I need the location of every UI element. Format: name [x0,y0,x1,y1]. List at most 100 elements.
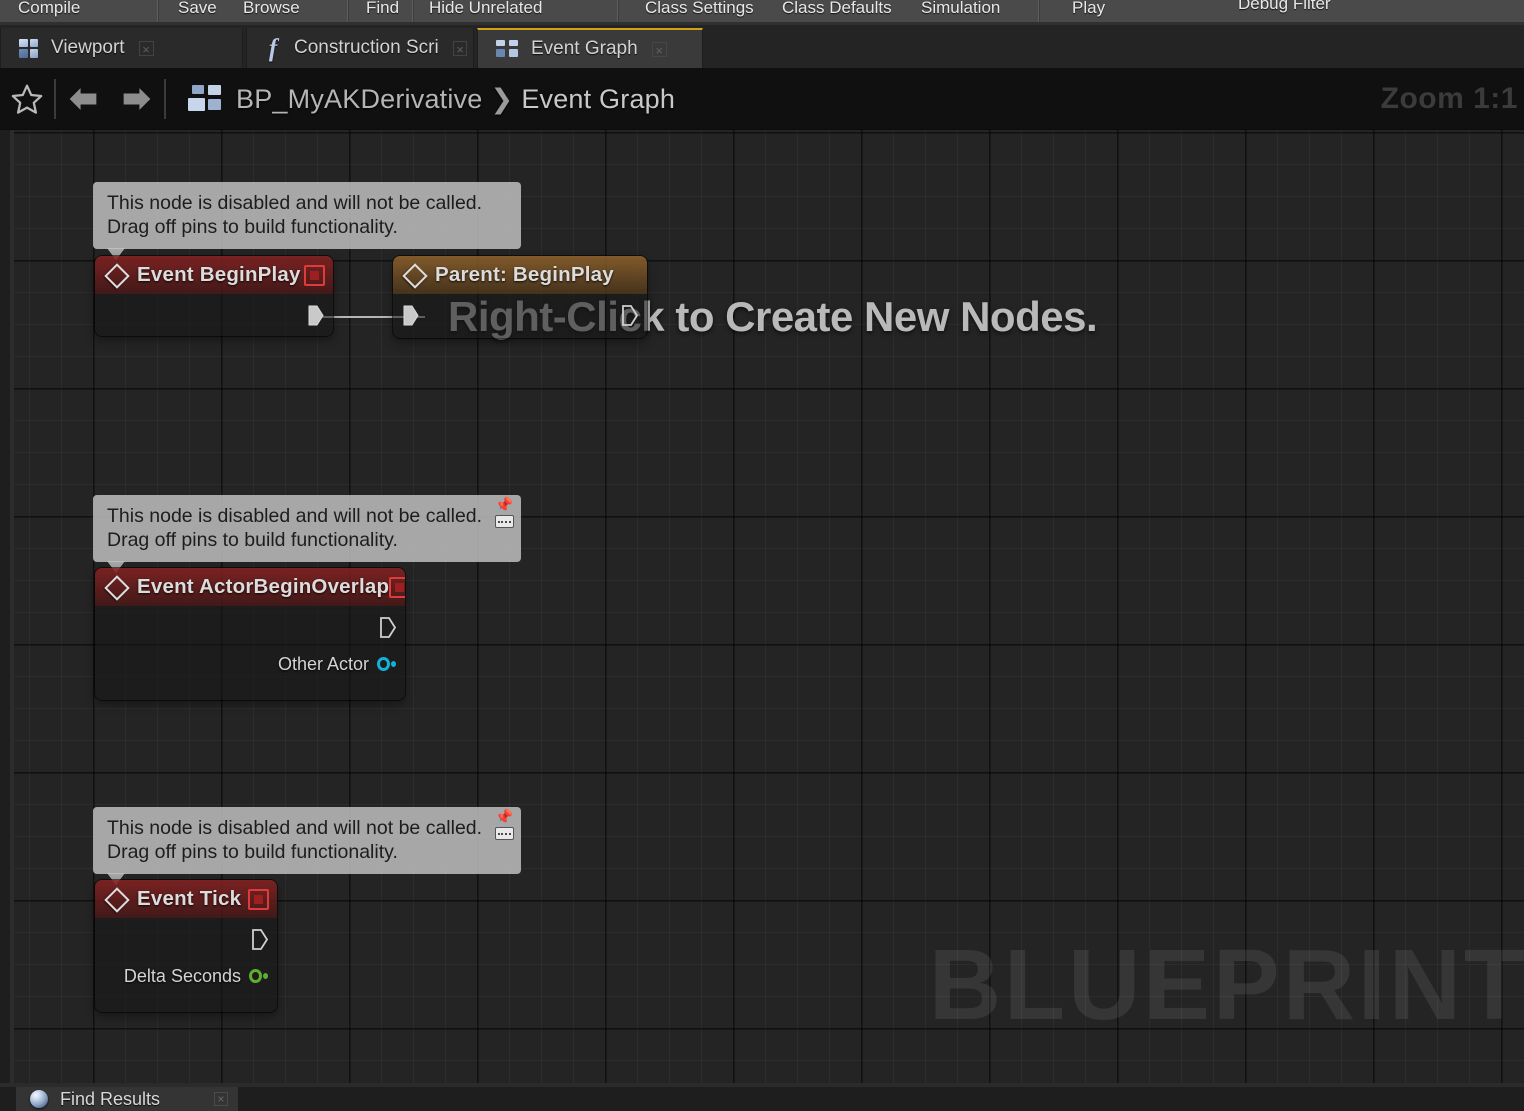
node-body [95,294,333,336]
node-body: Delta Seconds [95,918,277,1001]
exec-in-pin-icon[interactable] [402,305,419,326]
disabled-node-tooltip: This node is disabled and will not be ca… [93,182,521,260]
toolbar-button-browse[interactable]: Browse [243,0,300,17]
toolbar-button-hide-unrelated[interactable]: Hide Unrelated [429,0,542,17]
breadcrumb-leaf[interactable]: Event Graph [521,84,675,114]
node-title-bar: Event ActorBeginOverlap [95,568,405,606]
find-results-icon [30,1090,48,1108]
toolbar-separator [1038,0,1039,22]
pin-row-delta-seconds[interactable]: Delta Seconds [95,961,277,991]
tab-construction-script-label: Construction Script [294,37,440,58]
pin-row-exec[interactable] [393,300,647,330]
toolbar-button-simulation[interactable]: Simulation [921,0,1000,17]
node-parent-beginplay[interactable]: Parent: BeginPlay [393,256,647,338]
tab-find-results-label: Find Results [60,1088,161,1109]
toolbar-button-class-defaults[interactable]: Class Defaults [782,0,892,17]
tooltip-icon-group: 📌 [493,810,515,840]
tab-construction-script-close-icon[interactable]: × [453,40,467,57]
disabled-tooltip-line-2: Drag off pins to build functionality. [107,529,398,551]
disabled-tooltip-line-1: This node is disabled and will not be ca… [107,817,483,839]
toolbar-label-debug-filter: Debug Filter [1238,0,1331,13]
pin-icon[interactable]: 📌 [495,810,514,825]
other-actor-pin-icon[interactable] [377,657,396,672]
node-event-actorbeginoverlap[interactable]: Event ActorBeginOverlap Other Actor [95,568,405,700]
favorite-star-icon[interactable] [0,68,54,130]
event-diamond-icon [105,264,127,286]
breadcrumb: BP_MyAKDerivative ❯ Event Graph [236,84,675,115]
node-title-bar: Event Tick [95,880,277,918]
breadcrumb-divider [164,79,166,119]
exec-out-pin-icon[interactable] [307,305,324,326]
comment-bubble-icon[interactable] [494,827,514,840]
function-fx-icon: f [268,34,278,62]
toolbar-button-find[interactable]: Find [366,0,399,17]
toolbar-button-play[interactable]: Play [1072,0,1105,17]
tab-viewport[interactable]: Viewport × [0,28,243,68]
node-title-bar: Event BeginPlay [95,256,333,294]
tab-find-results[interactable]: Find Results × [16,1087,238,1111]
event-diamond-icon [105,888,127,910]
tab-event-graph-close-icon[interactable]: × [651,41,667,58]
document-tab-bar: Viewport × f Construction Script × Event… [0,25,1524,68]
pin-icon[interactable]: 📌 [495,498,514,513]
blueprint-corner-watermark: BLUEPRINT [928,929,1524,1041]
toolbar-separator [617,0,618,22]
blueprint-graph-icon [188,85,222,113]
tab-viewport-label: Viewport [51,37,125,58]
exec-out-pin-icon[interactable] [251,928,268,950]
toolbar-separator [347,0,348,22]
node-disabled-badge[interactable] [304,264,325,286]
pin-row-exec-out[interactable] [95,924,277,954]
pin-row-other-actor[interactable]: Other Actor [95,649,405,679]
main-toolbar: Compile Save Browse Find Hide Unrelated … [0,0,1524,22]
graph-breadcrumb-bar: BP_MyAKDerivative ❯ Event Graph Zoom 1:1 [0,68,1524,130]
back-arrow-icon[interactable] [56,68,110,130]
tab-find-results-close-icon[interactable]: × [214,1092,228,1106]
event-diamond-icon [105,576,127,598]
pin-row-exec-out[interactable] [95,612,405,642]
comment-bubble-icon[interactable] [494,515,514,528]
pin-row-exec-out[interactable] [95,300,333,330]
zoom-level-label: Zoom 1:1 [1380,82,1518,115]
blueprint-editor-window: Compile Save Browse Find Hide Unrelated … [0,0,1524,1111]
exec-out-pin-icon[interactable] [379,616,396,638]
node-body: Other Actor [95,606,405,689]
canvas-left-edge [0,130,14,1083]
event-graph-icon [496,40,518,58]
exec-out-pin-icon[interactable] [621,304,638,326]
tab-event-graph-label: Event Graph [531,38,638,59]
disabled-tooltip-line-2: Drag off pins to build functionality. [107,216,398,238]
node-title-event-tick: Event Tick [137,887,242,910]
breadcrumb-root[interactable]: BP_MyAKDerivative [236,84,482,114]
event-diamond-icon [403,264,425,286]
bottom-dock-bar: Find Results × [0,1083,1524,1111]
pin-label-other-actor: Other Actor [277,653,369,674]
node-event-tick[interactable]: Event Tick Delta Seconds [95,880,277,1012]
disabled-node-tooltip: This node is disabled and will not be ca… [93,807,521,885]
tooltip-icon-group: 📌 [493,498,515,528]
delta-seconds-pin-icon[interactable] [249,969,268,984]
tab-viewport-close-icon[interactable]: × [138,40,154,57]
node-title-event-beginplay: Event BeginPlay [137,263,301,286]
disabled-tooltip-line-1: This node is disabled and will not be ca… [107,192,483,214]
toolbar-button-save[interactable]: Save [178,0,217,17]
event-graph-canvas[interactable]: Right-Click to Create New Nodes. BLUEPRI… [0,130,1524,1083]
node-title-bar: Parent: BeginPlay [393,256,647,294]
forward-arrow-icon[interactable] [110,68,164,130]
toolbar-button-compile[interactable]: Compile [18,0,80,17]
toolbar-separator [157,0,158,22]
breadcrumb-separator-icon: ❯ [490,83,514,114]
toolbar-button-class-settings[interactable]: Class Settings [645,0,754,17]
node-body [393,294,647,338]
disabled-tooltip-line-2: Drag off pins to build functionality. [107,841,398,863]
node-disabled-badge[interactable] [248,888,269,910]
viewport-grid-icon [19,38,38,58]
node-title-event-actorbeginoverlap: Event ActorBeginOverlap [137,575,390,598]
disabled-node-tooltip: This node is disabled and will not be ca… [93,495,521,573]
node-disabled-badge[interactable] [389,576,405,598]
node-event-beginplay[interactable]: Event BeginPlay [95,256,333,336]
pin-label-delta-seconds: Delta Seconds [123,965,241,986]
tab-construction-script[interactable]: f Construction Script × [246,28,474,68]
node-title-parent-beginplay: Parent: BeginPlay [435,263,614,286]
tab-event-graph[interactable]: Event Graph × [477,28,703,68]
